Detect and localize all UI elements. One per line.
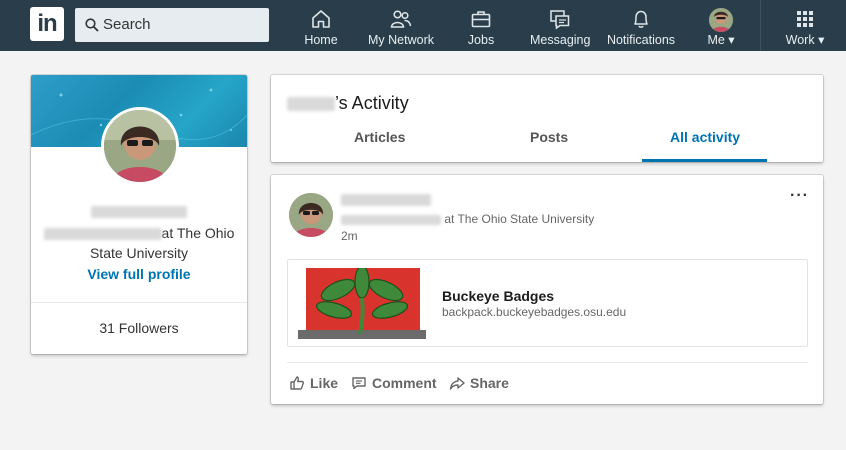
divider [287,362,808,363]
nav-messaging-label: Messaging [530,33,591,47]
comment-icon [352,377,366,390]
attachment-url: backpack.buckeyebadges.osu.edu [442,305,627,319]
nav-work[interactable]: Work ▾ [782,0,828,51]
linkedin-logo[interactable]: in [30,7,64,41]
post-author-headline: at The Ohio State University [341,212,594,226]
activity-title: ’s Activity [287,93,409,114]
followers-count[interactable]: 31 Followers [31,320,247,336]
divider [31,302,247,303]
active-tab-indicator [642,159,767,162]
profile-headline: at The Ohio State University [41,223,237,263]
like-label: Like [310,375,339,391]
bell-icon [634,10,648,28]
home-icon [312,10,330,28]
nav-my-network[interactable]: My Network [365,0,437,51]
post-card: at The Ohio State University 2m ··· Buck… [271,175,823,404]
post-author-avatar[interactable] [289,193,333,237]
nav-jobs-label: Jobs [467,33,495,47]
more-options-icon[interactable]: ··· [790,187,809,205]
briefcase-icon [471,11,491,28]
buckeye-badge-image [298,268,426,339]
nav-home-label: Home [304,33,338,47]
profile-name-redacted [31,203,247,221]
share-icon [449,377,465,390]
post-author-name-redacted[interactable] [341,191,431,209]
tab-all-activity[interactable]: All activity [670,129,740,145]
name-redacted [287,97,335,112]
nav-notifications[interactable]: Notifications [604,0,678,51]
activity-header-card: ’s Activity Articles Posts All activity [271,75,823,162]
network-icon [390,10,412,28]
comment-button[interactable]: Comment [351,375,437,391]
headline-redacted [43,228,162,241]
avatar [709,8,733,32]
link-attachment[interactable]: Buckeye Badges backpack.buckeyebadges.os… [287,259,808,347]
search-input[interactable]: Search [75,8,269,42]
comment-label: Comment [372,375,437,391]
share-button[interactable]: Share [449,375,509,391]
logo-text: in [37,10,57,37]
tab-articles[interactable]: Articles [354,129,405,145]
search-icon [85,18,99,32]
nav-jobs[interactable]: Jobs [462,0,500,51]
nav-home[interactable]: Home [298,0,344,51]
like-button[interactable]: Like [289,375,338,391]
profile-photo[interactable] [101,107,179,185]
grid-icon [797,11,813,27]
post-author-headline-text: at The Ohio State University [444,212,595,226]
view-full-profile-link[interactable]: View full profile [31,266,247,282]
post-headline-redacted [341,214,441,225]
share-label: Share [470,375,509,391]
messaging-icon [550,10,570,30]
nav-me[interactable]: Me ▾ [700,0,742,51]
nav-work-label: Work ▾ [785,33,825,47]
search-placeholder: Search [103,16,151,33]
nav-me-label: Me ▾ [707,33,735,47]
post-timestamp: 2m [341,229,358,243]
tab-posts[interactable]: Posts [530,129,568,145]
nav-messaging[interactable]: Messaging [530,0,590,51]
nav-my-network-label: My Network [368,33,434,47]
top-nav: in Search Home My Network Jobs Messaging… [0,0,846,51]
thumbs-up-icon [290,376,304,390]
nav-divider [760,0,761,51]
attachment-title[interactable]: Buckeye Badges [442,288,554,304]
nav-notifications-label: Notifications [606,33,676,47]
activity-title-text: ’s Activity [335,93,409,113]
profile-card: at The Ohio State University View full p… [31,75,247,354]
